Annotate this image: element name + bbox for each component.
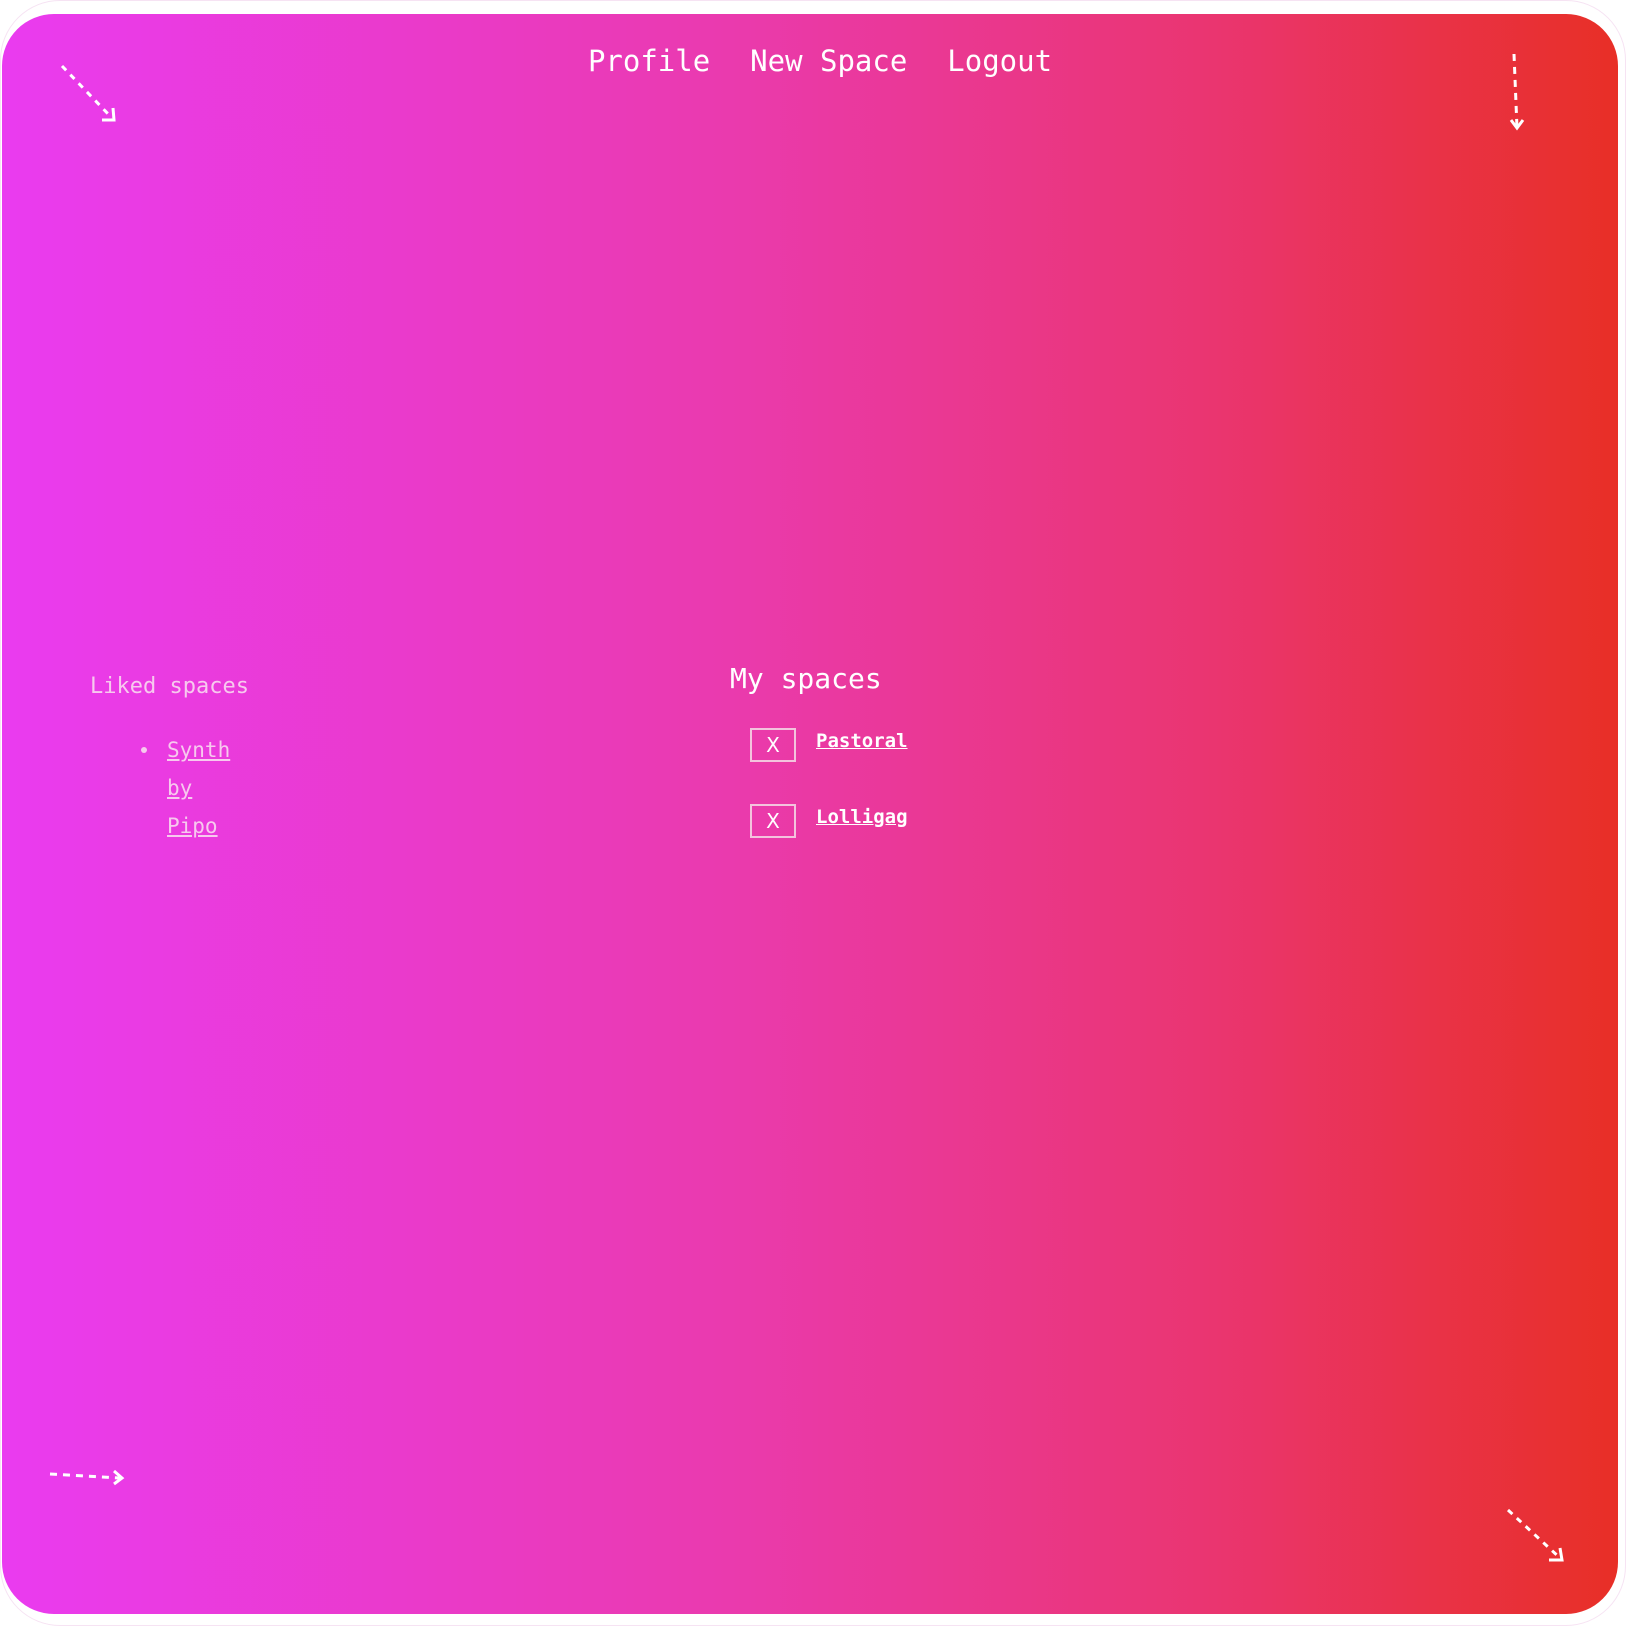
- liked-spaces-list: Synth by Pipo: [90, 731, 249, 845]
- top-nav: Profile New Space Logout: [2, 44, 1618, 78]
- app-frame: Profile New Space Logout Liked spaces Sy…: [2, 14, 1618, 1614]
- liked-spaces-heading: Liked spaces: [90, 674, 249, 699]
- liked-spaces-section: Liked spaces Synth by Pipo: [90, 674, 249, 845]
- list-item: Synth by Pipo: [141, 731, 237, 845]
- list-item: X Lolligag: [750, 803, 908, 839]
- nav-new-space-link[interactable]: New Space: [750, 44, 907, 78]
- space-link-pastoral[interactable]: Pastoral: [816, 730, 908, 752]
- arrow-down-right-icon: [1506, 1508, 1586, 1590]
- space-link-lolligag[interactable]: Lolligag: [816, 806, 908, 828]
- list-item: X Pastoral: [750, 727, 908, 763]
- nav-profile-link[interactable]: Profile: [588, 44, 710, 78]
- arrow-right-icon: [48, 1462, 128, 1542]
- my-spaces-heading: My spaces: [730, 662, 882, 695]
- arrow-down-right-icon: [58, 62, 138, 142]
- nav-logout-link[interactable]: Logout: [947, 44, 1052, 78]
- delete-space-button[interactable]: X: [750, 728, 796, 762]
- liked-space-link[interactable]: Synth by Pipo: [167, 731, 237, 845]
- my-spaces-section: My spaces X Pastoral X Lolligag: [730, 662, 908, 879]
- my-spaces-list: X Pastoral X Lolligag: [750, 727, 908, 839]
- delete-space-button[interactable]: X: [750, 804, 796, 838]
- arrow-down-icon: [1492, 52, 1572, 132]
